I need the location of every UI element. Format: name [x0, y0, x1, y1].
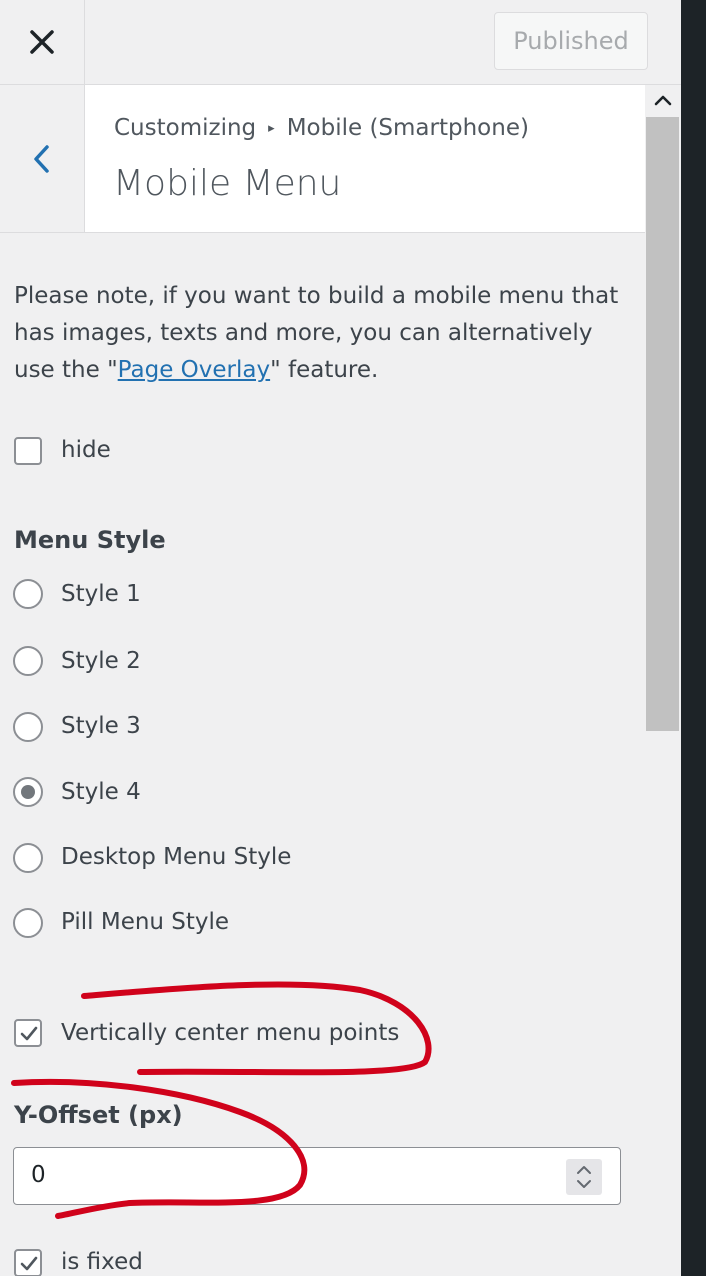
pill-menu-style-radio[interactable]: [13, 908, 43, 938]
pill-menu-style-label: Pill Menu Style: [61, 909, 230, 935]
y-offset-title: Y-Offset (px): [14, 1101, 183, 1129]
y-offset-input[interactable]: 0: [13, 1147, 621, 1205]
style-3-label: Style 3: [61, 713, 141, 739]
vertical-center-label: Vertically center menu points: [61, 1020, 400, 1046]
breadcrumb-parent: Mobile (Smartphone): [286, 115, 529, 141]
note-text-after: " feature.: [270, 357, 379, 383]
breadcrumb-separator-icon: ▸: [268, 121, 275, 136]
back-button[interactable]: [0, 85, 85, 232]
chevron-up-icon: [654, 95, 672, 106]
desktop-menu-style-radio[interactable]: [13, 843, 43, 873]
section-header: Customizing ▸ Mobile (Smartphone) Mobile M…: [0, 85, 645, 233]
checkmark-icon: [20, 1026, 38, 1041]
publish-button[interactable]: Published: [494, 12, 648, 70]
customizer-header: Published: [0, 0, 681, 85]
close-icon: [30, 30, 54, 54]
is-fixed-label: is fixed: [61, 1249, 143, 1275]
y-offset-spinner[interactable]: [566, 1159, 602, 1195]
breadcrumb-root: Customizing: [114, 115, 257, 141]
y-offset-value: 0: [31, 1162, 46, 1188]
hide-label: hide: [61, 437, 111, 463]
style-1-label: Style 1: [61, 581, 141, 607]
breadcrumb: Customizing ▸ Mobile (Smartphone): [114, 115, 529, 141]
style-4-radio[interactable]: [13, 777, 43, 807]
spinner-arrows-icon: [577, 1166, 591, 1188]
mobile-menu-note: Please note, if you want to build a mobi…: [14, 278, 634, 389]
scrollbar-thumb[interactable]: [646, 117, 679, 731]
chevron-left-icon: [34, 144, 49, 173]
style-2-label: Style 2: [61, 648, 141, 674]
page-overlay-link[interactable]: Page Overlay: [118, 357, 270, 383]
preview-edge: [681, 0, 706, 1276]
scroll-up-button[interactable]: [645, 85, 681, 115]
page-title: Mobile Menu: [113, 163, 342, 204]
close-button[interactable]: [0, 0, 85, 84]
is-fixed-checkbox[interactable]: [14, 1249, 42, 1276]
vertical-center-checkbox[interactable]: [14, 1019, 42, 1047]
style-4-label: Style 4: [61, 779, 141, 805]
hide-checkbox[interactable]: [14, 437, 42, 465]
desktop-menu-style-label: Desktop Menu Style: [61, 844, 292, 870]
style-3-radio[interactable]: [13, 712, 43, 742]
style-2-radio[interactable]: [13, 646, 43, 676]
checkmark-icon: [20, 1256, 38, 1271]
customizer-panel: Published Customizing ▸ Mobile (Smartphone…: [0, 0, 706, 1276]
style-1-radio[interactable]: [13, 579, 43, 609]
menu-style-title: Menu Style: [14, 526, 166, 554]
